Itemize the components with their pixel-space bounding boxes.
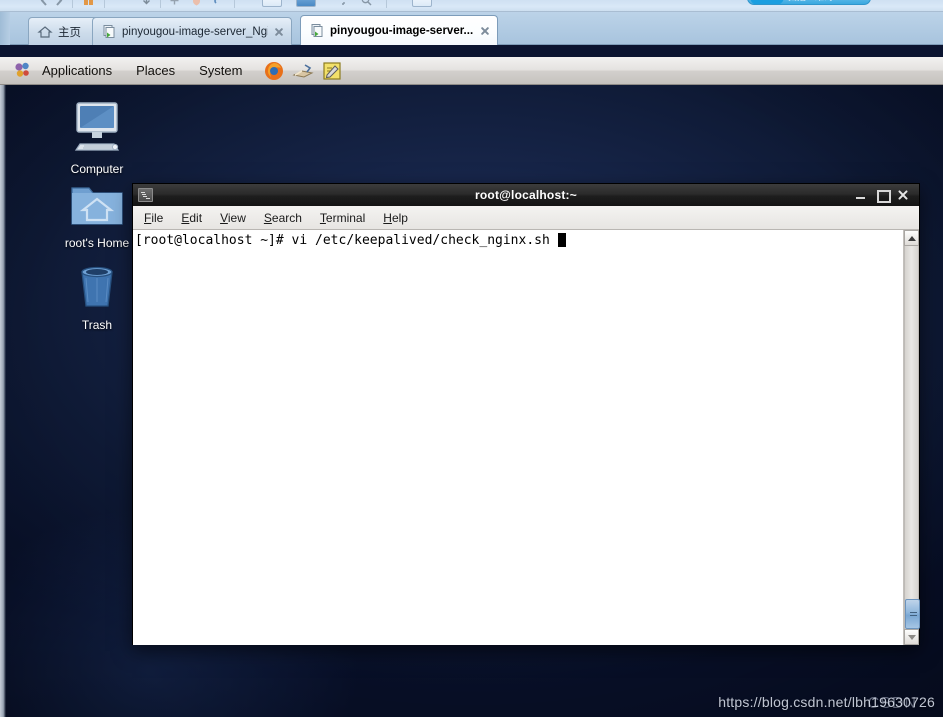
menu-help[interactable]: Help	[381, 209, 410, 227]
help-book-icon[interactable]	[292, 60, 315, 82]
toolbar-icon-download[interactable]	[140, 0, 153, 7]
gnome-foot-icon	[12, 60, 34, 82]
minimize-icon[interactable]	[855, 189, 867, 201]
terminal-body: [root@localhost ~]# vi /etc/keepalived/c…	[133, 230, 920, 645]
firefox-icon[interactable]	[263, 60, 285, 82]
terminal-cursor	[557, 233, 566, 247]
toolbar-scan-badge-label: 扫描二维码	[788, 0, 833, 4]
watermark-url: https://blog.csdn.net/lbh19630726	[718, 694, 935, 710]
menu-file[interactable]: File	[142, 209, 165, 227]
toolbar-button-window-2[interactable]	[296, 0, 316, 7]
browser-tab-2[interactable]: pinyougou-image-server...	[300, 15, 498, 45]
toolbar-scan-badge-count: 66	[750, 0, 784, 4]
desktop-icon-label-computer: Computer	[70, 162, 124, 176]
page-icon	[309, 23, 325, 39]
desktop-left-edge	[0, 85, 6, 717]
toolbar-button-window-3[interactable]	[412, 0, 432, 7]
browser-toolbar-strip: 66 扫描二维码	[0, 0, 943, 12]
gnome-panel: Applications Places System	[0, 57, 943, 85]
toolbar-separator	[160, 0, 161, 8]
toolbar-icon-expand[interactable]	[334, 0, 347, 7]
menu-terminal[interactable]: Terminal	[318, 209, 367, 227]
browser-tab-title-1: pinyougou-image-server_Ngin...	[122, 25, 268, 38]
panel-menu-applications[interactable]: Applications	[39, 61, 115, 80]
toolbar-separator	[234, 0, 235, 8]
close-icon[interactable]	[897, 189, 909, 201]
terminal-icon	[138, 188, 153, 202]
terminal-scrollbar[interactable]	[903, 230, 920, 645]
toolbar-icon-grid[interactable]	[82, 0, 95, 7]
terminal-titlebar[interactable]: root@localhost:~	[133, 184, 919, 206]
text-editor-icon[interactable]	[321, 60, 343, 82]
screen-root: 66 扫描二维码 主页 pinyougou-image-se	[0, 0, 943, 717]
desktop-icon-trash[interactable]: Trash	[51, 260, 143, 332]
tab-close-icon-1[interactable]	[272, 25, 286, 39]
toolbar-icon-back[interactable]	[38, 0, 51, 7]
menu-search[interactable]: Search	[262, 209, 304, 227]
desktop-icon-label-trash: Trash	[81, 318, 113, 332]
browser-tab-bar: 主页 pinyougou-image-server_Ngin...	[0, 12, 943, 45]
tab-close-icon-2[interactable]	[478, 24, 492, 38]
browser-tab-1[interactable]: pinyougou-image-server_Ngin...	[92, 17, 292, 45]
maximize-icon[interactable]	[876, 189, 891, 203]
toolbar-icon-forward[interactable]	[52, 0, 65, 7]
desktop-icon-label-home: root's Home	[64, 236, 130, 250]
scrollbar-down-button[interactable]	[904, 629, 919, 645]
toolbar-separator	[72, 0, 73, 8]
panel-menu-system[interactable]: System	[196, 61, 245, 80]
toolbar-separator	[104, 0, 105, 8]
tabbar-left-edge	[0, 12, 10, 45]
toolbar-scan-badge[interactable]: 66 扫描二维码	[747, 0, 871, 5]
panel-menu-places[interactable]: Places	[133, 61, 178, 80]
chevron-up-icon	[907, 235, 916, 241]
toolbar-icon-shield[interactable]	[190, 0, 203, 7]
trash-icon	[81, 266, 113, 307]
scrollbar-grip	[910, 612, 917, 613]
home-icon	[37, 24, 53, 40]
terminal-menubar: File Edit View Search Terminal Help	[133, 206, 919, 230]
terminal-window: root@localhost:~ File Edit View Search T…	[132, 183, 920, 645]
desktop-icon-computer[interactable]: Computer	[51, 100, 143, 176]
page-icon	[101, 24, 117, 40]
desktop-icon-home[interactable]: root's Home	[51, 180, 143, 250]
computer-icon	[74, 102, 120, 151]
browser-tab-title-0: 主页	[58, 26, 81, 39]
scrollbar-up-button[interactable]	[904, 230, 919, 246]
toolbar-icon-add[interactable]	[168, 0, 181, 7]
terminal-screen[interactable]: [root@localhost ~]# vi /etc/keepalived/c…	[133, 230, 903, 645]
toolbar-icon-link[interactable]	[212, 0, 225, 7]
toolbar-button-window-1[interactable]	[262, 0, 282, 7]
toolbar-separator	[386, 0, 387, 8]
scrollbar-track[interactable]	[904, 246, 920, 629]
desktop: Computer root's Home Trash root@localhos…	[0, 85, 943, 717]
menu-edit[interactable]: Edit	[179, 209, 204, 227]
browser-tab-title-2: pinyougou-image-server...	[330, 24, 474, 37]
chevron-down-icon	[907, 634, 916, 640]
menu-view[interactable]: View	[218, 209, 248, 227]
home-folder-icon	[71, 187, 123, 225]
terminal-line-0: [root@localhost ~]# vi /etc/keepalived/c…	[135, 233, 558, 248]
watermark-logo: CSDN	[867, 695, 917, 712]
scrollbar-thumb[interactable]	[905, 599, 920, 629]
terminal-window-title: root@localhost:~	[475, 188, 577, 202]
toolbar-icon-search[interactable]	[360, 0, 373, 7]
